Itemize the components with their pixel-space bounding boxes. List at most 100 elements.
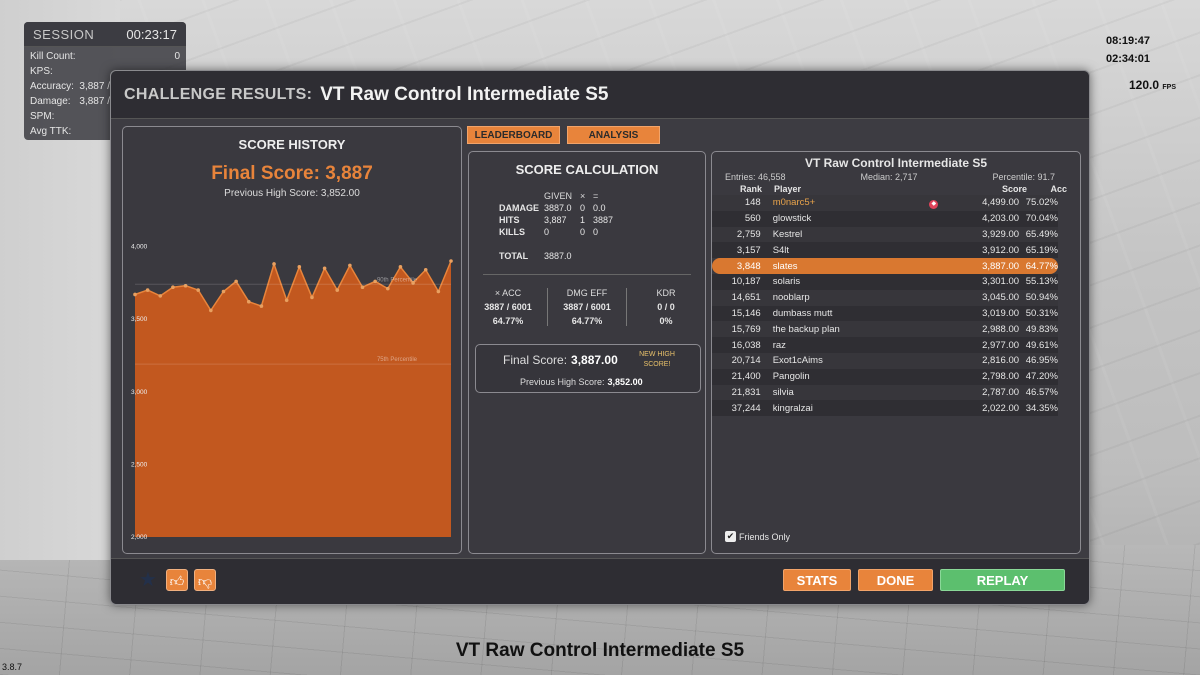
badge-cell: ◆ [922, 197, 946, 209]
score-cell: 2,787.00 [982, 386, 1020, 398]
thumbs-up-icon[interactable]: 👍︎ [166, 569, 188, 591]
leaderboard-row[interactable]: 10,187 solaris 3,301.00 55.13% [712, 273, 1058, 290]
final-score-box: Final Score: 3,887.00 NEW HIGH SCORE! Pre… [475, 344, 701, 393]
score-point [259, 304, 264, 308]
rank-cell: 21,400 [731, 371, 761, 383]
stat-header: DMG EFF [566, 288, 608, 298]
score-point [297, 265, 302, 269]
acc-cell: 64.77% [1025, 260, 1058, 272]
checkbox-checked-icon[interactable]: ✔ [725, 531, 736, 542]
score-point [209, 308, 213, 313]
rank-cell: 3,848 [736, 260, 761, 272]
leaderboard-row[interactable]: 3,157 S4lt 3,912.00 65.19% [712, 242, 1058, 259]
tab-leaderboard[interactable]: LEADERBOARD [467, 126, 560, 144]
y-tick-label: 2,500 [131, 461, 148, 468]
y-tick-label: 2,000 [131, 534, 148, 541]
leaderboard-row[interactable]: 15,146 dumbass mutt 3,019.00 50.31% [712, 305, 1058, 322]
score-point [436, 289, 441, 294]
rank-cell: 16,038 [731, 339, 761, 351]
score-point [272, 262, 276, 266]
score-cell: 3,019.00 [982, 307, 1020, 319]
tab-analysis[interactable]: ANALYSIS [567, 126, 660, 144]
score-point [348, 263, 352, 268]
stats-button[interactable]: STATS [783, 569, 851, 591]
leaderboard-row[interactable]: 3,848 slates 3,887.00 64.77% [712, 258, 1058, 274]
leaderboard-row[interactable]: 20,714 Exot1cAims 2,816.00 46.95% [712, 352, 1058, 369]
score-history-chart: 90th Percentile 75th Percentile 2,000 2,500… [131, 244, 453, 541]
done-button[interactable]: DONE [858, 569, 933, 591]
acc-cell: 55.13% [1025, 276, 1058, 288]
stat-header: × ACC [494, 288, 522, 298]
leaderboard-row[interactable]: 16,038 raz 2,977.00 49.61% [712, 337, 1058, 353]
score-cell: 3,045.00 [982, 292, 1020, 304]
column-acc[interactable]: Acc [1027, 184, 1067, 194]
column-rank[interactable]: Rank [712, 184, 762, 194]
leaderboard-row[interactable]: 21,831 silvia 2,787.00 46.57% [712, 384, 1058, 401]
acc-cell: 50.94% [1025, 292, 1058, 304]
star-icon[interactable]: ★ [137, 569, 159, 591]
fps-counter: 120.0 FPS [1129, 78, 1176, 92]
session-row: Kill Count: 0 [24, 49, 186, 64]
score-point [171, 285, 175, 289]
leaderboard-row[interactable]: 560 glowstick 4,203.00 70.04% [712, 210, 1058, 227]
y-tick-label: 3,500 [131, 316, 148, 323]
player-cell: Pangolin [772, 371, 810, 383]
player-cell: solaris [772, 276, 801, 288]
percentile-label: 75th Percentile [377, 357, 418, 363]
leaderboard-row[interactable]: 14,651 nooblarp 3,045.00 50.94% [712, 289, 1058, 306]
session-row-label: Damage: [30, 96, 71, 107]
session-row-label: KPS: [30, 66, 53, 77]
score-cell: 4,499.00 [982, 197, 1020, 209]
session-header: SESSION 00:23:17 [24, 22, 186, 47]
calc-mult: 0 [580, 203, 586, 213]
leaderboard-row[interactable]: 148 m0narc5+ ◆ 4,499.00 75.02% [712, 195, 1058, 211]
rank-cell: 21,831 [731, 386, 761, 398]
calc-mult: 1 [580, 215, 586, 225]
score-history-panel: SCORE HISTORY Final Score: 3,887 Previou… [122, 126, 462, 554]
calc-label: KILLS [499, 227, 525, 237]
calc-mult: 0 [580, 227, 586, 237]
column-score[interactable]: Score [952, 184, 1027, 194]
calc-label: DAMAGE [499, 203, 539, 213]
leaderboard-row[interactable]: 15,769 the backup plan 2,988.00 49.83% [712, 321, 1058, 338]
previous-score-value: 3,852.00 [607, 377, 643, 387]
calc-given: 3887.0 [544, 203, 572, 213]
leaderboard-row[interactable]: 21,400 Pangolin 2,798.00 47.20% [712, 368, 1058, 385]
score-cell: 2,988.00 [982, 323, 1020, 335]
score-point [133, 292, 137, 297]
score-point [145, 288, 150, 292]
final-score-line: Final Score: 3,887.00 [503, 353, 618, 367]
window-title-bar: CHALLENGE RESULTS: VT Raw Control Interm… [111, 71, 1089, 119]
divider [483, 274, 691, 275]
calc-total-row: TOTAL 3887.0 [499, 250, 613, 262]
fps-unit: FPS [1162, 84, 1176, 91]
player-cell: raz [772, 339, 786, 351]
calc-header-given: GIVEN [544, 191, 573, 201]
score-point [196, 288, 200, 292]
leaderboard-row[interactable]: 37,244 kingralzai 2,022.00 34.35% [712, 400, 1058, 417]
leaderboard-row[interactable]: 2,759 Kestrel 3,929.00 65.49% [712, 226, 1058, 243]
friends-only-toggle[interactable]: ✔ Friends Only [725, 531, 790, 542]
score-cell: 3,887.00 [982, 260, 1020, 272]
score-cell: 4,203.00 [982, 213, 1020, 225]
acc-cell: 50.31% [1025, 307, 1058, 319]
stat-pct: 64.77% [571, 316, 603, 326]
previous-score-label: Previous High Score: [520, 377, 605, 387]
acc-cell: 46.95% [1025, 355, 1058, 367]
score-point [322, 266, 327, 271]
thumbs-down-icon[interactable]: 👎︎ [194, 569, 216, 591]
player-cell: nooblarp [772, 292, 810, 304]
score-cell: 2,022.00 [982, 402, 1020, 414]
score-point [246, 299, 251, 304]
acc-cell: 70.04% [1025, 213, 1058, 225]
calc-header-eq: = [593, 191, 599, 201]
replay-button[interactable]: REPLAY [940, 569, 1065, 591]
challenge-timer: 02:34:01 [1105, 53, 1150, 65]
column-player[interactable]: Player [762, 184, 927, 194]
calc-given: 3,887 [544, 215, 567, 225]
player-cell: m0narc5+ [772, 197, 816, 209]
player-cell: S4lt [772, 244, 790, 256]
calc-total-value: 3887.0 [544, 251, 572, 261]
bottom-bar: ★ 👍︎ 👎︎ STATS DONE REPLAY [111, 558, 1089, 604]
score-point [221, 289, 226, 294]
